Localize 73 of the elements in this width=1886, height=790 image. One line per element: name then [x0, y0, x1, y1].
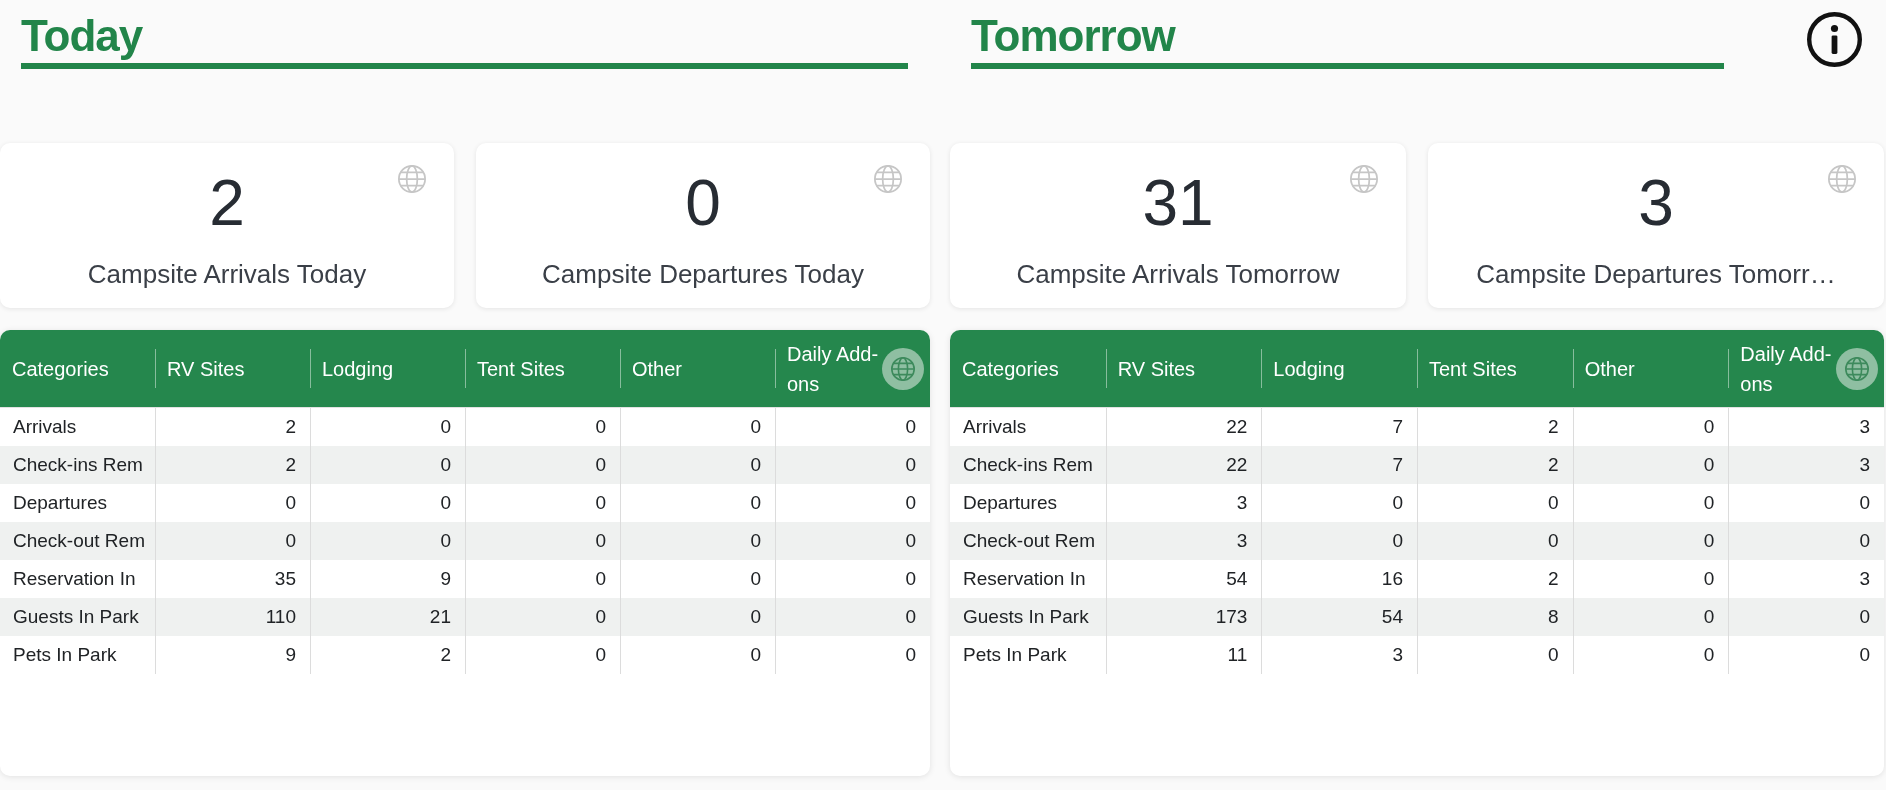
table-cell: 3 [1728, 408, 1884, 446]
column-header: Categories [962, 356, 1059, 382]
stat-label: Campsite Departures Tomorr… [1476, 258, 1836, 290]
column-header: Other [632, 356, 683, 382]
table-cell: 0 [775, 598, 930, 636]
table-cell: 173 [1105, 598, 1262, 636]
table-cell: 0 [465, 522, 620, 560]
table-cell: 0 [1728, 484, 1884, 522]
table-cell: 110 [155, 598, 310, 636]
table-cell: 0 [620, 522, 775, 560]
table-cell: 0 [1417, 522, 1573, 560]
globe-icon [398, 165, 426, 193]
table-cell: 0 [1572, 522, 1729, 560]
section-heading: Tomorrow [971, 12, 1175, 60]
table-cell: 0 [775, 636, 930, 674]
column-header: Other [1584, 356, 1635, 382]
table-cell: 0 [775, 560, 930, 598]
table-cell: 22 [1105, 446, 1262, 484]
table-cell: Guests In Park [0, 598, 155, 636]
table-cell: 0 [155, 522, 310, 560]
column-header: RV Sites [1117, 356, 1196, 382]
column-header: Categories [12, 356, 109, 382]
column-header: Tent Sites [1429, 356, 1517, 382]
globe-icon[interactable] [1836, 347, 1878, 390]
stat-value: 31 [1142, 166, 1214, 241]
table-cell: 8 [1417, 598, 1573, 636]
stat-value: 3 [1638, 166, 1674, 241]
table-cell: 0 [775, 446, 930, 484]
section-heading: Today [21, 12, 143, 60]
stat-value: 0 [685, 166, 721, 241]
globe-icon [1350, 165, 1378, 193]
table-cell: Check-out Rem [950, 522, 1106, 560]
column-header: Lodging [1273, 356, 1345, 382]
table-cell: 0 [465, 598, 620, 636]
table-cell: 0 [1572, 598, 1729, 636]
stat-value: 2 [209, 166, 245, 241]
table-cell: 0 [620, 598, 775, 636]
table-cell: 0 [1728, 522, 1884, 560]
table-cell: Guests In Park [950, 598, 1106, 636]
table-cell: 0 [775, 484, 930, 522]
globe-icon [874, 165, 902, 193]
table-cell: 0 [310, 446, 465, 484]
stat-label: Campsite Arrivals Today [87, 258, 367, 290]
table-cell: 3 [1728, 560, 1884, 598]
info-icon[interactable] [1807, 12, 1862, 67]
column-header: Tent Sites [477, 356, 565, 382]
table-cell: 0 [775, 522, 930, 560]
table-cell: 2 [1417, 446, 1573, 484]
column-header: Daily Add-ons [1740, 341, 1833, 397]
table-cell: Check-out Rem [0, 522, 155, 560]
table-cell: 7 [1261, 446, 1417, 484]
table-cell: 21 [310, 598, 465, 636]
table-cell: 0 [1728, 598, 1884, 636]
column-header: Lodging [322, 356, 394, 382]
globe-icon [1828, 165, 1856, 193]
table-cell: 0 [1572, 446, 1729, 484]
table-cell: 0 [1261, 522, 1417, 560]
table-cell: 54 [1261, 598, 1417, 636]
stat-label: Campsite Departures Today [542, 258, 864, 290]
table-cell: 0 [775, 408, 930, 446]
table-cell: 3 [1105, 522, 1262, 560]
table-cell: 0 [465, 446, 620, 484]
table-cell: 3 [1728, 446, 1884, 484]
column-header: Daily Add-ons [787, 341, 880, 397]
table-cell: Check-ins Rem [950, 446, 1106, 484]
column-header: RV Sites [167, 356, 245, 382]
table-cell: 0 [310, 522, 465, 560]
table-cell: 0 [1728, 636, 1884, 674]
globe-icon[interactable] [882, 347, 924, 390]
table-cell: Check-ins Rem [0, 446, 155, 484]
table-cell: 2 [155, 446, 310, 484]
table-cell: 0 [620, 446, 775, 484]
stat-label: Campsite Arrivals Tomorrow [1016, 258, 1340, 290]
